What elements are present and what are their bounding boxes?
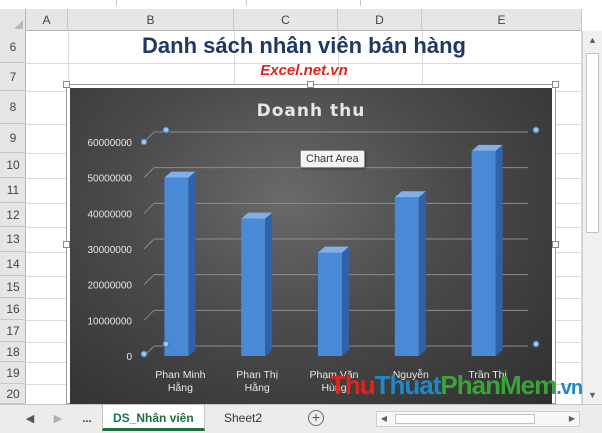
y-tick-label: 40000000 bbox=[88, 209, 133, 220]
gridline-depth bbox=[143, 167, 155, 179]
row-header[interactable]: 6 bbox=[0, 31, 26, 63]
plot-area-handle bbox=[140, 138, 148, 146]
category-label: Hằng bbox=[245, 381, 270, 394]
bar-side bbox=[188, 171, 196, 356]
resize-handle[interactable] bbox=[63, 241, 70, 248]
sheet-subtitle[interactable]: Excel.net.vn bbox=[26, 62, 582, 79]
chart-title: Doanh thu bbox=[257, 101, 366, 121]
ribbon-edge bbox=[0, 0, 602, 9]
y-tick-label: 0 bbox=[126, 352, 132, 363]
horizontal-scrollbar[interactable]: ◀ ▶ bbox=[376, 411, 580, 427]
row-header[interactable]: 15 bbox=[0, 276, 26, 298]
chart-plot: Doanh thu 0 10000000 20000000 30000000 400000… bbox=[88, 101, 540, 394]
sheet-tab-bar: ◀ ▶ ... DS_Nhân viên Sheet2 + ◀ ▶ bbox=[0, 404, 602, 433]
resize-handle[interactable] bbox=[63, 81, 70, 88]
row-header[interactable]: 17 bbox=[0, 320, 26, 342]
row-header[interactable]: 12 bbox=[0, 203, 26, 227]
row-header[interactable]: 9 bbox=[0, 124, 26, 153]
bar-side bbox=[265, 212, 273, 356]
y-tick-label: 60000000 bbox=[88, 138, 133, 149]
resize-handle[interactable] bbox=[552, 241, 559, 248]
plot-area-handle bbox=[162, 340, 170, 348]
row-header[interactable]: 13 bbox=[0, 227, 26, 252]
vertical-scrollbar[interactable]: ▲ ▼ bbox=[582, 31, 602, 404]
gridline-depth bbox=[143, 238, 155, 250]
column-headers: A B C D E bbox=[0, 9, 582, 31]
chart-area-tooltip: Chart Area bbox=[300, 150, 365, 168]
row-header[interactable]: 7 bbox=[0, 63, 26, 91]
row-header[interactable]: 14 bbox=[0, 252, 26, 276]
row-header[interactable]: 19 bbox=[0, 362, 26, 384]
watermark-part: Thuat bbox=[374, 370, 442, 400]
row-header[interactable]: 20 bbox=[0, 384, 26, 404]
row-header[interactable]: 11 bbox=[0, 178, 26, 203]
sheet-title[interactable]: Danh sách nhân viên bán hàng bbox=[26, 33, 582, 59]
bar bbox=[471, 150, 496, 356]
vertical-scroll-thumb[interactable] bbox=[586, 53, 599, 233]
bar-side bbox=[342, 246, 349, 356]
bar bbox=[318, 252, 342, 356]
resize-handle[interactable] bbox=[307, 81, 314, 88]
add-sheet-button[interactable]: + bbox=[308, 410, 324, 426]
row-header[interactable]: 10 bbox=[0, 153, 26, 178]
row-header[interactable]: 18 bbox=[0, 342, 26, 362]
resize-handle[interactable] bbox=[552, 81, 559, 88]
chart-area[interactable]: Doanh thu 0 10000000 20000000 30000000 400000… bbox=[70, 88, 552, 404]
gridline-depth bbox=[143, 202, 155, 214]
y-tick-label: 20000000 bbox=[88, 281, 133, 292]
watermark-part: PhanMem bbox=[440, 370, 557, 400]
category-label: Hằng bbox=[168, 381, 193, 394]
plot-area-handle bbox=[162, 126, 170, 134]
horizontal-scroll-thumb[interactable] bbox=[395, 414, 535, 424]
row-header[interactable]: 16 bbox=[0, 298, 26, 320]
category-label: Phan Thị bbox=[236, 369, 278, 381]
bar bbox=[241, 218, 266, 356]
category-label: Phan Minh bbox=[155, 369, 205, 381]
bar-side bbox=[495, 144, 503, 356]
column-header-a[interactable]: A bbox=[26, 9, 68, 31]
plot-area-handle bbox=[140, 350, 148, 358]
row-headers: 6 7 8 9 10 11 12 13 14 15 16 17 18 19 20 bbox=[0, 31, 26, 404]
row-header[interactable]: 8 bbox=[0, 91, 26, 124]
column-header-d[interactable]: D bbox=[338, 9, 422, 31]
y-tick-label: 30000000 bbox=[88, 245, 133, 256]
column-header-e[interactable]: E bbox=[422, 9, 582, 31]
tab-prev-icon[interactable]: ◀ bbox=[20, 405, 40, 433]
more-tabs-button[interactable]: ... bbox=[76, 405, 98, 433]
select-all-button[interactable] bbox=[0, 9, 26, 31]
bar bbox=[164, 177, 189, 356]
scroll-right-icon[interactable]: ▶ bbox=[565, 412, 579, 426]
watermark-part: .vn bbox=[556, 377, 583, 399]
sheet-tab-sheet2[interactable]: Sheet2 bbox=[214, 405, 272, 431]
tab-next-icon[interactable]: ▶ bbox=[48, 405, 68, 433]
plot-area-handle bbox=[532, 340, 540, 348]
watermark-logo: ThuThuatPhanMem.vn bbox=[330, 370, 583, 402]
bar-side bbox=[418, 191, 426, 356]
sheet-tab-ds-nhan-vien[interactable]: DS_Nhân viên bbox=[102, 405, 205, 431]
scroll-up-icon[interactable]: ▲ bbox=[583, 31, 602, 49]
column-header-c[interactable]: C bbox=[234, 9, 338, 31]
bar bbox=[394, 197, 419, 356]
plot-area-handle bbox=[532, 126, 540, 134]
watermark-part: Thu bbox=[330, 370, 376, 400]
y-tick-label: 50000000 bbox=[88, 174, 133, 185]
scroll-left-icon[interactable]: ◀ bbox=[377, 412, 391, 426]
scroll-down-icon[interactable]: ▼ bbox=[583, 386, 602, 404]
gridline-depth bbox=[143, 309, 155, 321]
gridline-depth bbox=[143, 274, 155, 286]
y-tick-label: 10000000 bbox=[88, 316, 133, 327]
column-header-b[interactable]: B bbox=[68, 9, 234, 31]
